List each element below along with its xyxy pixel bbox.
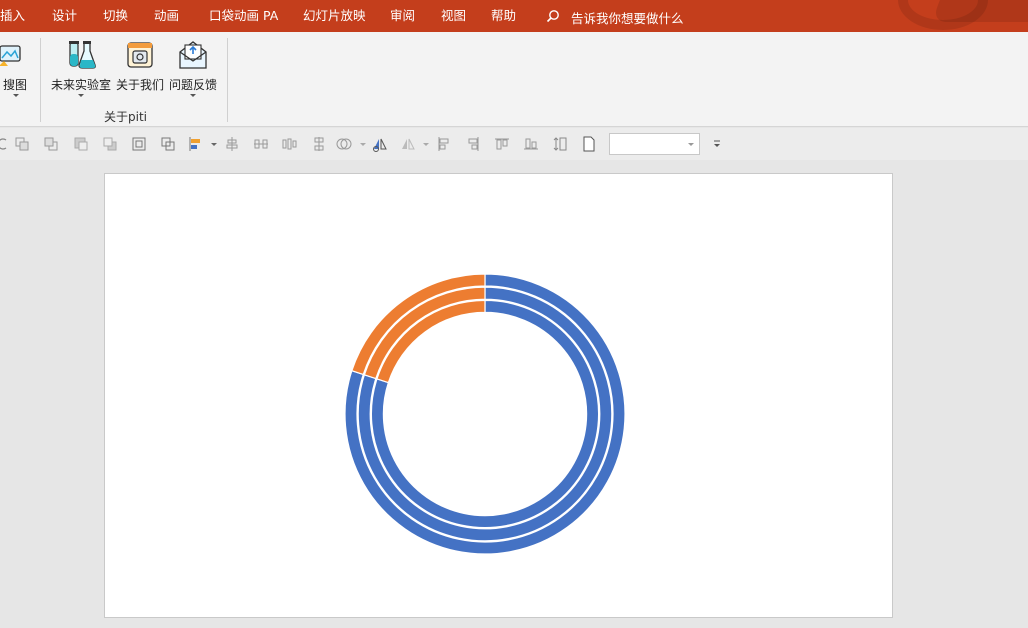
ribbon-separator bbox=[40, 38, 41, 122]
slide-canvas[interactable] bbox=[104, 173, 893, 618]
image-search-button[interactable]: 搜图 bbox=[0, 38, 32, 104]
titlebar-decoration-shape bbox=[931, 0, 1028, 22]
shape-merge-icon[interactable] bbox=[336, 136, 352, 152]
chevron-down-icon[interactable] bbox=[418, 136, 429, 152]
ribbon: 搜图 未来实验室 关于我们 问题反馈 关于piti bbox=[0, 32, 1028, 127]
align-left-icon[interactable] bbox=[436, 136, 452, 152]
align-icon[interactable] bbox=[188, 136, 204, 152]
distribute-horizontal-icon[interactable] bbox=[253, 136, 269, 152]
bring-forward-icon[interactable] bbox=[14, 136, 30, 152]
ribbon-group-label: 关于piti bbox=[104, 110, 147, 124]
align-bottom-icon[interactable] bbox=[523, 136, 539, 152]
menu-animations[interactable]: 动画 bbox=[154, 8, 179, 24]
menu-transitions[interactable]: 切换 bbox=[103, 8, 128, 24]
flip-icon[interactable] bbox=[400, 136, 416, 152]
menu-bar: 插入 设计 切换 动画 口袋动画 PA 幻灯片放映 审阅 视图 帮助 告诉我你想… bbox=[0, 0, 1028, 32]
menu-help[interactable]: 帮助 bbox=[491, 8, 516, 24]
ribbon-separator bbox=[227, 38, 228, 122]
feedback-label: 问题反馈 bbox=[168, 78, 217, 92]
toolbar-combo-box[interactable] bbox=[609, 133, 700, 155]
flask-icon bbox=[69, 41, 96, 69]
send-to-back-icon[interactable] bbox=[102, 136, 118, 152]
align-right-icon[interactable] bbox=[465, 136, 481, 152]
about-us-button[interactable]: 关于我们 bbox=[115, 38, 165, 104]
undo-icon[interactable] bbox=[0, 136, 10, 152]
feedback-mail-icon bbox=[179, 41, 207, 69]
menu-review[interactable]: 审阅 bbox=[390, 8, 415, 24]
menu-slideshow[interactable]: 幻灯片放映 bbox=[303, 8, 366, 24]
align-middle-icon[interactable] bbox=[281, 136, 297, 152]
chevron-down-icon[interactable] bbox=[688, 143, 694, 146]
tell-me-search[interactable]: 告诉我你想要做什么 bbox=[571, 8, 684, 27]
chevron-down-icon bbox=[190, 94, 196, 97]
menu-design[interactable]: 设计 bbox=[52, 8, 77, 24]
rotate-flip-icon[interactable] bbox=[372, 136, 388, 152]
chevron-down-icon bbox=[78, 94, 84, 97]
drawing-toolbar bbox=[0, 128, 1028, 160]
chevron-down-icon[interactable] bbox=[206, 136, 217, 152]
group-icon[interactable] bbox=[131, 136, 147, 152]
doughnut-chart[interactable] bbox=[105, 174, 894, 619]
bring-to-front-icon[interactable] bbox=[73, 136, 89, 152]
align-center-icon[interactable] bbox=[224, 136, 240, 152]
future-lab-label: 未来实验室 bbox=[50, 78, 111, 92]
chevron-down-icon[interactable] bbox=[355, 136, 366, 152]
size-height-icon[interactable] bbox=[552, 136, 568, 152]
future-lab-button[interactable]: 未来实验室 bbox=[49, 38, 113, 104]
about-us-label: 关于我们 bbox=[115, 78, 164, 92]
image-search-label: 搜图 bbox=[2, 78, 27, 92]
align-top-icon[interactable] bbox=[494, 136, 510, 152]
lightbulb-search-icon[interactable] bbox=[546, 9, 560, 23]
menu-insert[interactable]: 插入 bbox=[0, 8, 25, 24]
chevron-down-icon bbox=[13, 94, 19, 97]
image-search-icon bbox=[0, 45, 21, 66]
ungroup-icon[interactable] bbox=[160, 136, 176, 152]
customize-toolbar-icon[interactable] bbox=[711, 138, 723, 150]
feedback-button[interactable]: 问题反馈 bbox=[168, 38, 218, 104]
send-backward-icon[interactable] bbox=[43, 136, 59, 152]
about-us-icon bbox=[127, 42, 153, 68]
distribute-vertical-icon[interactable] bbox=[311, 136, 327, 152]
blank-page-icon[interactable] bbox=[581, 136, 597, 152]
menu-pocket-animation[interactable]: 口袋动画 PA bbox=[209, 8, 278, 24]
menu-view[interactable]: 视图 bbox=[441, 8, 466, 24]
